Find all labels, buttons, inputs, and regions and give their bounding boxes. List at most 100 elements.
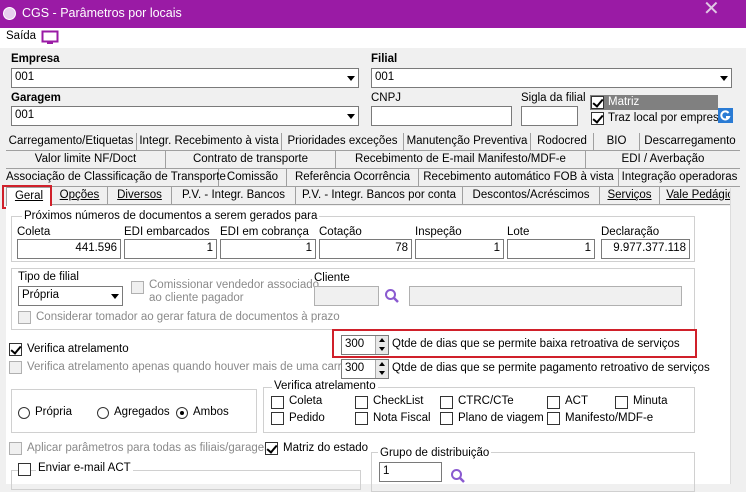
tab-opcoes[interactable]: Opções xyxy=(52,187,108,205)
apply-all-checkbox[interactable] xyxy=(9,442,22,455)
coleta-label: Coleta xyxy=(17,226,51,238)
title-bar: CGS - Parâmetros por locais ✕ xyxy=(0,0,746,28)
local-per-company-label: Traz local por empresa xyxy=(608,112,726,124)
tab-prioridades[interactable]: Prioridades exceções xyxy=(282,133,404,151)
vertical-scrollbar[interactable] xyxy=(730,188,746,484)
tab-referencia[interactable]: Referência Ocorrência xyxy=(287,169,419,187)
radio-propria[interactable] xyxy=(18,407,30,419)
tab-servicos[interactable]: Serviços xyxy=(600,187,660,205)
consider-taker-label: Considerar tomador ao gerar fatura de do… xyxy=(36,311,340,323)
tab-recebimento-fob[interactable]: Recebimento automático FOB à vista xyxy=(419,169,619,187)
radio-propria-label: Própria xyxy=(35,406,73,418)
spin-up-icon xyxy=(375,336,388,345)
menu-exit[interactable]: Saída xyxy=(6,30,36,42)
nota-fiscal-check-label: Nota Fiscal xyxy=(373,412,431,424)
radio-agregados[interactable] xyxy=(97,407,109,419)
plano-viagem-checkbox[interactable] xyxy=(440,412,453,425)
cnpj-label: CNPJ xyxy=(371,92,402,104)
garage-select[interactable]: 001 xyxy=(11,106,359,126)
window-title: CGS - Parâmetros por locais xyxy=(22,6,182,20)
inspecao-input[interactable]: 1 xyxy=(415,239,504,259)
tab-row-4: Geral Opções Diversos P.V. - Integr. Ban… xyxy=(6,187,740,206)
pedido-checkbox[interactable] xyxy=(271,412,284,425)
edi-cobranca-input[interactable]: 1 xyxy=(220,239,316,259)
company-label: Empresa xyxy=(11,53,60,65)
tab-pv-integr-bancos[interactable]: P.V. - Integr. Bancos xyxy=(172,187,296,205)
search-icon[interactable] xyxy=(384,288,400,304)
act-checkbox[interactable] xyxy=(547,396,560,409)
declaracao-input[interactable]: 9.977.377.118 xyxy=(601,239,690,259)
radio-ambos[interactable] xyxy=(176,407,188,419)
tab-valor-limite[interactable]: Valor limite NF/Doct xyxy=(6,151,166,169)
branch-type-select[interactable]: Própria xyxy=(18,286,123,306)
lote-input[interactable]: 1 xyxy=(507,239,595,259)
tab-pv-integr-bancos-conta[interactable]: P.V. - Integr. Bancos por conta xyxy=(296,187,463,205)
monitor-icon[interactable] xyxy=(41,30,59,45)
local-per-company-checkbox[interactable] xyxy=(591,112,604,125)
client-code-input[interactable] xyxy=(314,286,379,306)
tab-recebimento-email[interactable]: Recebimento de E-mail Manifesto/MDF-e xyxy=(336,151,586,169)
tab-descarregamento[interactable]: Descarregamento xyxy=(640,133,740,151)
tab-integracao-operadoras[interactable]: Integração operadoras xyxy=(619,169,740,187)
refresh-icon[interactable] xyxy=(718,108,733,123)
check-coupling-cart-label: Verifica atrelamento apenas quando houve… xyxy=(27,361,358,373)
edi-embarcados-input[interactable]: 1 xyxy=(124,239,217,259)
days-retro-low-spinner[interactable]: 300 xyxy=(341,335,389,355)
ctrc-checkbox[interactable] xyxy=(440,396,453,409)
tab-bio[interactable]: BIO xyxy=(594,133,640,151)
matriz-state-checkbox[interactable] xyxy=(265,442,278,455)
tab-vale-pedagio[interactable]: Vale Pedágio xyxy=(660,187,740,205)
checklist-checkbox[interactable] xyxy=(355,396,368,409)
check-coupling-cart-checkbox[interactable] xyxy=(9,361,22,374)
commission-checkbox[interactable] xyxy=(131,281,144,294)
commission-label-2: ao cliente pagador xyxy=(149,292,244,304)
tab-edi-averbacao[interactable]: EDI / Averbação xyxy=(586,151,740,169)
tab-contrato[interactable]: Contrato de transporte xyxy=(166,151,336,169)
tab-row-1: Carregamento/Etiquetas Integr. Recebimen… xyxy=(6,133,740,151)
tab-integr-recebimento[interactable]: Integr. Recebimento à vista xyxy=(137,133,282,151)
tab-descontos[interactable]: Descontos/Acréscimos xyxy=(463,187,600,205)
distribution-group-label: Grupo de distribuição xyxy=(378,447,492,459)
spin-up-icon xyxy=(375,360,388,369)
manifesto-checkbox[interactable] xyxy=(547,412,560,425)
distribution-group-input[interactable]: 1 xyxy=(379,462,442,482)
radio-agregados-label: Agregados xyxy=(114,406,170,418)
branch-select[interactable]: 001 xyxy=(371,68,732,88)
days-retro-low-label: Qtde de dias que se permite baixa retroa… xyxy=(392,338,680,350)
act-check-label: ACT xyxy=(565,395,588,407)
search-icon[interactable] xyxy=(450,468,466,484)
cnpj-input[interactable] xyxy=(371,106,512,126)
send-email-act-checkbox[interactable] xyxy=(18,463,31,476)
declaracao-label: Declaração xyxy=(601,226,660,238)
company-select[interactable]: 001 xyxy=(11,68,359,88)
cotacao-input[interactable]: 78 xyxy=(319,239,412,259)
coleta-checkbox[interactable] xyxy=(271,396,284,409)
tab-comissao[interactable]: Comissão xyxy=(219,169,287,187)
matriz-state-label: Matriz do estado xyxy=(283,442,369,454)
nota-fiscal-checkbox[interactable] xyxy=(355,412,368,425)
menu-bar: Saída xyxy=(0,28,746,48)
consider-taker-checkbox[interactable] xyxy=(18,311,31,324)
close-icon[interactable]: ✕ xyxy=(703,0,720,21)
coleta-check-label: Coleta xyxy=(289,395,323,407)
send-email-act-label: Enviar e-mail ACT xyxy=(36,462,133,474)
radio-ambos-label: Ambos xyxy=(193,406,229,418)
client-name-input[interactable] xyxy=(409,286,682,306)
edi-embarcados-label: EDI embarcados xyxy=(124,226,210,238)
apply-all-label: Aplicar parâmetros para todas as filiais… xyxy=(27,442,277,454)
tab-carregamento[interactable]: Carregamento/Etiquetas xyxy=(6,133,137,151)
tab-diversos[interactable]: Diversos xyxy=(108,187,172,205)
days-retro-pay-spinner[interactable]: 300 xyxy=(341,359,389,379)
tab-rodocred[interactable]: Rodocred xyxy=(531,133,594,151)
next-docs-title: Próximos números de documentos a serem g… xyxy=(22,210,320,222)
coleta-input[interactable]: 441.596 xyxy=(17,239,121,259)
branch-acronym-input[interactable] xyxy=(521,106,578,126)
tab-manutencao[interactable]: Manutenção Preventiva xyxy=(404,133,531,151)
minuta-check-label: Minuta xyxy=(633,395,668,407)
coupling-group xyxy=(263,387,695,433)
chevron-down-icon xyxy=(715,69,731,87)
minuta-checkbox[interactable] xyxy=(615,396,628,409)
matriz-checkbox[interactable] xyxy=(591,96,604,109)
pedido-check-label: Pedido xyxy=(289,412,325,424)
check-coupling-checkbox[interactable] xyxy=(9,343,22,356)
